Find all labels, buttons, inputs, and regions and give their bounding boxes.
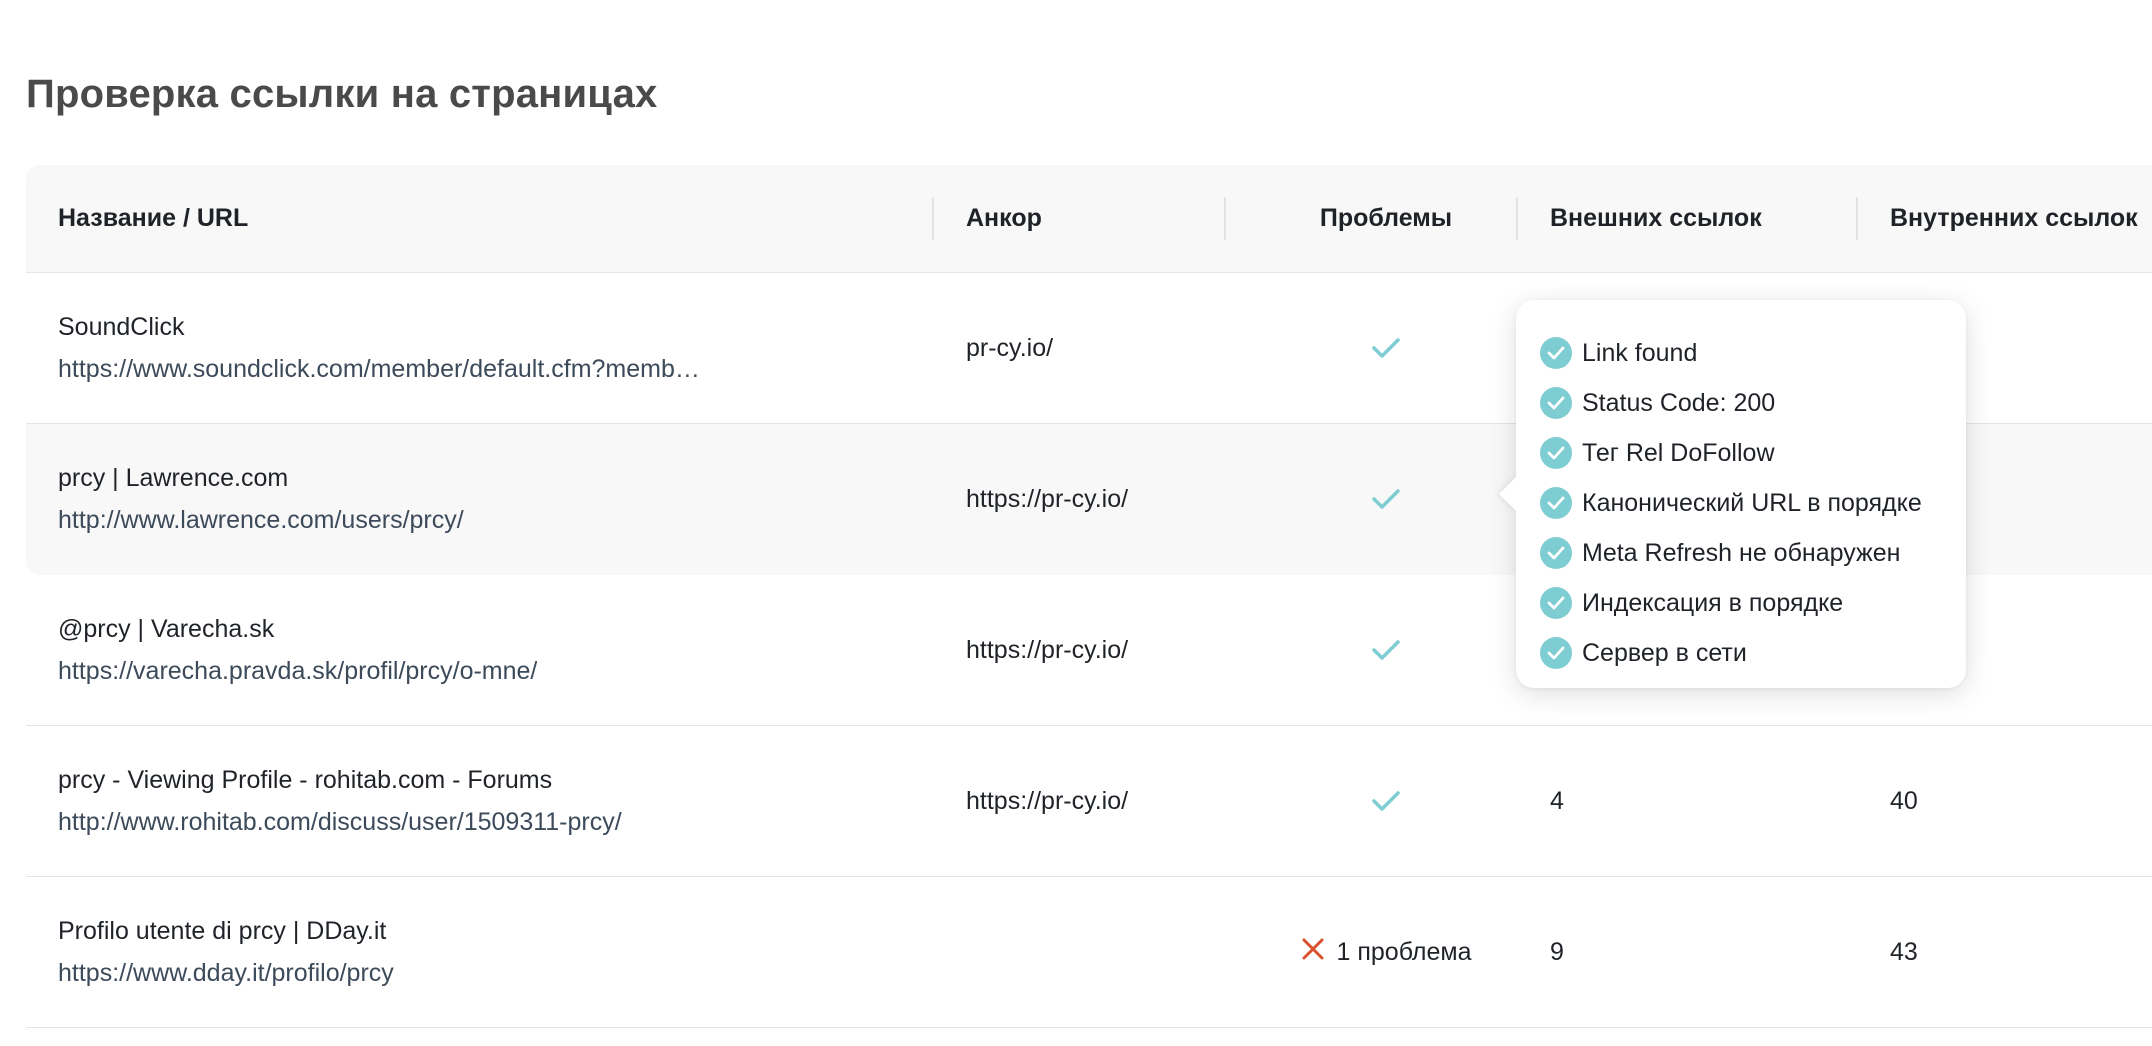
tooltip-item: Link found — [1540, 328, 1942, 378]
anchor-cell: https://pr-cy.io/ — [966, 786, 1129, 815]
tooltip-item: Индексация в порядке — [1540, 578, 1942, 628]
name-cell: @prcy | Varecha.sk https://varecha.pravd… — [58, 613, 537, 687]
check-circle-icon — [1540, 437, 1572, 469]
tooltip-item-label: Тег Rel DoFollow — [1582, 438, 1775, 467]
column-divider — [932, 197, 934, 240]
tooltip-item-label: Meta Refresh не обнаружен — [1582, 538, 1901, 567]
external-links-cell: 9 — [1550, 937, 1564, 966]
cross-icon[interactable] — [1301, 937, 1325, 968]
page-name: prcy - Viewing Profile - rohitab.com - F… — [58, 766, 553, 794]
name-cell: Profilo utente di prcy | DDay.it https:/… — [58, 915, 394, 989]
tooltip-item-label: Link found — [1582, 338, 1698, 367]
tooltip-item-label: Status Code: 200 — [1582, 388, 1776, 417]
tooltip-item-label: Сервер в сети — [1582, 638, 1747, 667]
anchor-cell: https://pr-cy.io/ — [966, 635, 1129, 664]
external-links-cell: 4 — [1550, 786, 1564, 815]
check-circle-icon — [1540, 537, 1572, 569]
problems-cell[interactable] — [1226, 726, 1546, 876]
column-divider — [1516, 197, 1518, 240]
problems-cell[interactable] — [1226, 575, 1546, 725]
check-circle-icon — [1540, 587, 1572, 619]
page-name: SoundClick — [58, 313, 185, 341]
tooltip-item: Тег Rel DoFollow — [1540, 428, 1942, 478]
page-url-link[interactable]: https://www.soundclick.com/member/defaul… — [58, 353, 700, 385]
page-title: Проверка ссылки на страницах — [26, 72, 658, 116]
tooltip-item: Meta Refresh не обнаружен — [1540, 528, 1942, 578]
page-name: prcy | Lawrence.com — [58, 464, 289, 492]
problems-count[interactable]: 1 проблема — [1337, 938, 1472, 967]
page-url-link[interactable]: https://www.dday.it/profilo/prcy — [58, 957, 394, 989]
column-header-name[interactable]: Название / URL — [58, 165, 248, 272]
name-cell: prcy | Lawrence.com http://www.lawrence.… — [58, 462, 464, 536]
page-name: Profilo utente di prcy | DDay.it — [58, 917, 387, 945]
table-row[interactable]: Profilo utente di prcy | DDay.it https:/… — [26, 877, 2152, 1028]
name-cell: prcy - Viewing Profile - rohitab.com - F… — [58, 764, 622, 838]
page-url-link[interactable]: https://varecha.pravda.sk/profil/prcy/o-… — [58, 655, 537, 687]
check-circle-icon — [1540, 637, 1572, 669]
anchor-cell: pr-cy.io/ — [966, 333, 1054, 362]
tooltip-item-label: Индексация в порядке — [1582, 588, 1844, 617]
check-icon[interactable] — [1371, 639, 1401, 661]
check-circle-icon — [1540, 337, 1572, 369]
column-header-problems[interactable]: Проблемы — [1226, 165, 1546, 272]
tooltip-item: Сервер в сети — [1540, 628, 1942, 678]
page-url-link[interactable]: http://www.lawrence.com/users/prcy/ — [58, 504, 464, 536]
table-row[interactable]: prcy - Viewing Profile - rohitab.com - F… — [26, 726, 2152, 877]
internal-links-cell: 43 — [1890, 937, 1918, 966]
column-header-external-links[interactable]: Внешних ссылок — [1550, 165, 1762, 272]
column-divider — [1856, 197, 1858, 240]
page-name: @prcy | Varecha.sk — [58, 615, 275, 643]
tooltip-item: Канонический URL в порядке — [1540, 478, 1942, 528]
column-header-internal-links[interactable]: Внутренних ссылок — [1890, 165, 2138, 272]
check-icon[interactable] — [1371, 488, 1401, 510]
column-header-anchor[interactable]: Анкор — [966, 165, 1042, 272]
internal-links-cell: 40 — [1890, 786, 1918, 815]
page-url-link[interactable]: http://www.rohitab.com/discuss/user/1509… — [58, 806, 622, 838]
check-icon[interactable] — [1371, 337, 1401, 359]
table-header: Название / URL Анкор Проблемы Внешних сс… — [26, 165, 2152, 273]
tooltip-item-label: Канонический URL в порядке — [1582, 488, 1922, 517]
check-circle-icon — [1540, 387, 1572, 419]
name-cell: SoundClick https://www.soundclick.com/me… — [58, 311, 700, 385]
anchor-cell: https://pr-cy.io/ — [966, 484, 1129, 513]
check-icon[interactable] — [1371, 790, 1401, 812]
problems-cell[interactable]: 1 проблема — [1226, 877, 1546, 1027]
problems-cell[interactable] — [1226, 424, 1546, 574]
problems-cell[interactable] — [1226, 273, 1546, 423]
check-circle-icon — [1540, 487, 1572, 519]
tooltip-item: Status Code: 200 — [1540, 378, 1942, 428]
link-check-tooltip: Link found Status Code: 200 Тег Rel DoFo… — [1499, 300, 1966, 688]
